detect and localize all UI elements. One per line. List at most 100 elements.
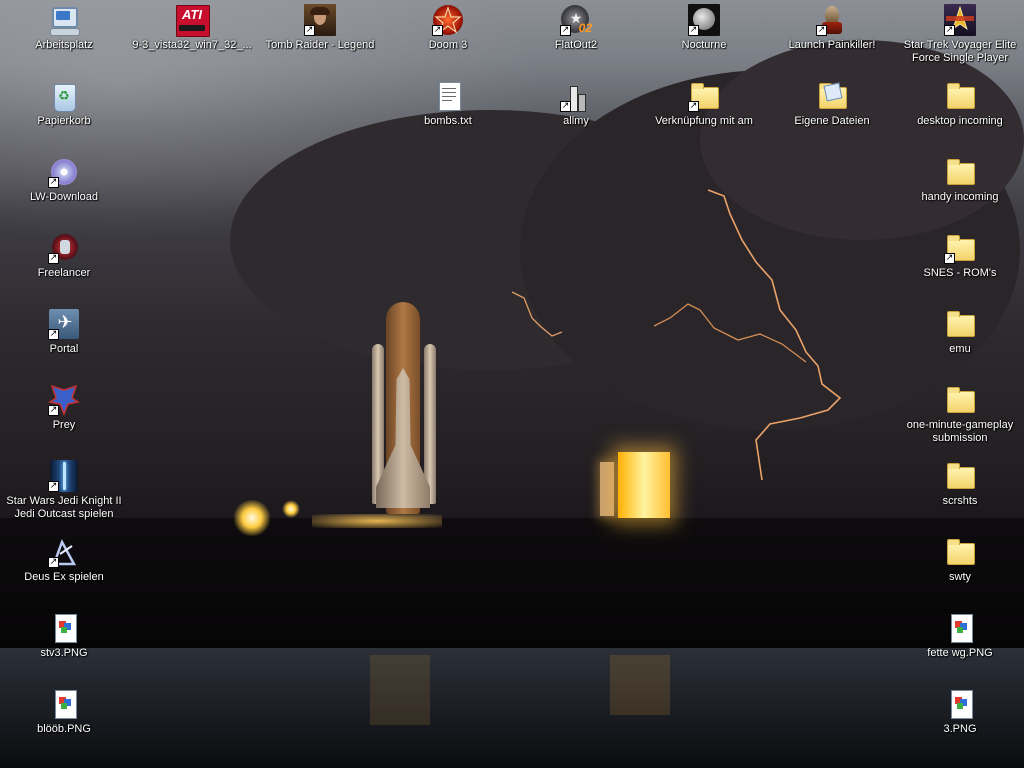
- icon-label: Launch Painkiller!: [788, 39, 876, 51]
- icon-label: bombs.txt: [424, 115, 472, 127]
- desktop-icon-scrshts[interactable]: scrshts: [896, 458, 1024, 508]
- allmy-shortcut-icon: ↗: [560, 80, 592, 112]
- wallpaper-reflection: [610, 655, 670, 715]
- desktop-icon-deus-ex[interactable]: ↗ Deus Ex spielen: [0, 534, 128, 584]
- desktop-icon-allmy[interactable]: ↗ allmy: [512, 78, 640, 128]
- flatout2-game-icon: ★ 02 ↗: [560, 4, 592, 36]
- desktop-icon-painkiller[interactable]: ↗ Launch Painkiller!: [768, 2, 896, 52]
- desktop-icon-verknuepfung-mit-am[interactable]: ↗ Verknüpfung mit am: [640, 78, 768, 128]
- icon-label: Doom 3: [428, 39, 468, 51]
- icon-label: 9-3_vista32_win7_32_...: [132, 39, 252, 51]
- icon-label: Verknüpfung mit am: [655, 115, 753, 127]
- icon-label: Arbeitsplatz: [35, 39, 93, 51]
- shortcut-arrow-icon: ↗: [688, 25, 699, 36]
- desktop-icon-desktop-incoming[interactable]: desktop incoming: [896, 78, 1024, 128]
- disc-drive-icon: ↗: [48, 156, 80, 188]
- desktop-icon-lw-download[interactable]: ↗ LW-Download: [0, 154, 128, 204]
- desktop-icon-emu[interactable]: emu: [896, 306, 1024, 356]
- folder-icon: [944, 156, 976, 188]
- icon-label: Star Trek Voyager Elite Force Single Pla…: [903, 39, 1017, 64]
- portal-game-icon: ✈ ↗: [48, 308, 80, 340]
- prey-game-icon: ↗: [48, 384, 80, 416]
- desktop-icon-bombs-txt[interactable]: bombs.txt: [384, 78, 512, 128]
- desktop-icon-tomb-raider[interactable]: ↗ Tomb Raider - Legend: [256, 2, 384, 52]
- ati-radeon-installer-icon: ATI: [176, 4, 210, 37]
- icon-label: FlatOut2: [554, 39, 598, 51]
- desktop-icon-flatout2[interactable]: ★ 02 ↗ FlatOut2: [512, 2, 640, 52]
- desktop-icon-bloob-png[interactable]: blööb.PNG: [0, 686, 128, 736]
- icon-label: Tomb Raider - Legend: [265, 39, 375, 51]
- icon-label: Prey: [52, 419, 76, 431]
- wallpaper-launch-tower: [600, 462, 614, 516]
- shortcut-arrow-icon: ↗: [432, 25, 443, 36]
- desktop[interactable]: Arbeitsplatz ♻ Papierkorb ↗ LW-Download …: [0, 0, 1024, 768]
- shortcut-arrow-icon: ↗: [48, 177, 59, 188]
- desktop-icon-one-minute-gameplay[interactable]: one-minute-gameplay submission: [896, 382, 1024, 445]
- shortcut-arrow-icon: ↗: [48, 481, 59, 492]
- desktop-icon-prey[interactable]: ↗ Prey: [0, 382, 128, 432]
- desktop-icon-papierkorb[interactable]: ♻ Papierkorb: [0, 78, 128, 128]
- nocturne-moon-icon: ↗: [688, 4, 720, 36]
- painkiller-game-icon: ↗: [816, 4, 848, 36]
- text-file-icon: [432, 80, 464, 112]
- icon-label: Portal: [49, 343, 79, 355]
- folder-icon: [944, 536, 976, 568]
- my-documents-folder-icon: [816, 80, 848, 112]
- desktop-icon-swty[interactable]: swty: [896, 534, 1024, 584]
- shortcut-arrow-icon: ↗: [48, 405, 59, 416]
- desktop-icon-star-trek-voyager[interactable]: ↗ Star Trek Voyager Elite Force Single P…: [896, 2, 1024, 65]
- freelancer-game-icon: ↗: [48, 232, 80, 264]
- tomb-raider-game-icon: ↗: [304, 4, 336, 36]
- icon-label: Nocturne: [681, 39, 727, 51]
- png-file-icon: [944, 612, 976, 644]
- icon-label: allmy: [563, 115, 589, 127]
- icon-label: Freelancer: [37, 267, 91, 279]
- icon-label: swty: [949, 571, 971, 583]
- desktop-icon-stv3-png[interactable]: stv3.PNG: [0, 610, 128, 660]
- desktop-icon-ati-installer[interactable]: ATI 9-3_vista32_win7_32_...: [128, 2, 256, 52]
- icon-label: Papierkorb: [37, 115, 91, 127]
- shortcut-arrow-icon: ↗: [816, 25, 827, 36]
- desktop-icon-nocturne[interactable]: ↗ Nocturne: [640, 2, 768, 52]
- desktop-icon-freelancer[interactable]: ↗ Freelancer: [0, 230, 128, 280]
- icon-label: desktop incoming: [917, 115, 1003, 127]
- my-computer-icon: [48, 4, 80, 36]
- icon-label: one-minute-gameplay submission: [906, 419, 1014, 444]
- desktop-icon-arbeitsplatz[interactable]: Arbeitsplatz: [0, 2, 128, 52]
- folder-icon: ↗: [688, 80, 720, 112]
- png-file-icon: [944, 688, 976, 720]
- desktop-icon-handy-incoming[interactable]: handy incoming: [896, 154, 1024, 204]
- wallpaper-light-flare: [282, 500, 300, 518]
- folder-icon: [944, 384, 976, 416]
- desktop-icon-portal[interactable]: ✈ ↗ Portal: [0, 306, 128, 356]
- desktop-icon-3-png[interactable]: 3.PNG: [896, 686, 1024, 736]
- icon-label: fette wg.PNG: [927, 647, 993, 659]
- shortcut-arrow-icon: ↗: [560, 101, 571, 112]
- shortcut-arrow-icon: ↗: [944, 253, 955, 264]
- folder-icon: ↗: [944, 232, 976, 264]
- desktop-icon-jedi-knight[interactable]: ↗ Star Wars Jedi Knight II Jedi Outcast …: [0, 458, 128, 521]
- png-file-icon: [48, 688, 80, 720]
- shortcut-arrow-icon: ↗: [688, 101, 699, 112]
- folder-icon: [944, 308, 976, 340]
- folder-icon: [944, 460, 976, 492]
- star-trek-game-icon: ↗: [944, 4, 976, 36]
- wallpaper-launch-tower-lit: [618, 452, 670, 518]
- desktop-icon-snes-roms[interactable]: ↗ SNES - ROM's: [896, 230, 1024, 280]
- icon-label: 3.PNG: [943, 723, 977, 735]
- icon-label: scrshts: [942, 495, 978, 507]
- desktop-icon-eigene-dateien[interactable]: Eigene Dateien: [768, 78, 896, 128]
- shortcut-arrow-icon: ↗: [560, 25, 571, 36]
- icon-label: stv3.PNG: [40, 647, 88, 659]
- deus-ex-game-icon: ↗: [48, 536, 80, 568]
- desktop-icon-fette-wg-png[interactable]: fette wg.PNG: [896, 610, 1024, 660]
- recycle-bin-icon: ♻: [48, 80, 80, 112]
- desktop-icon-doom3[interactable]: ↗ Doom 3: [384, 2, 512, 52]
- shortcut-arrow-icon: ↗: [48, 557, 59, 568]
- icon-label: SNES - ROM's: [923, 267, 997, 279]
- shortcut-arrow-icon: ↗: [48, 253, 59, 264]
- shortcut-arrow-icon: ↗: [944, 25, 955, 36]
- wallpaper-ground-lights: [312, 514, 442, 528]
- png-file-icon: [48, 612, 80, 644]
- icon-label: handy incoming: [921, 191, 999, 203]
